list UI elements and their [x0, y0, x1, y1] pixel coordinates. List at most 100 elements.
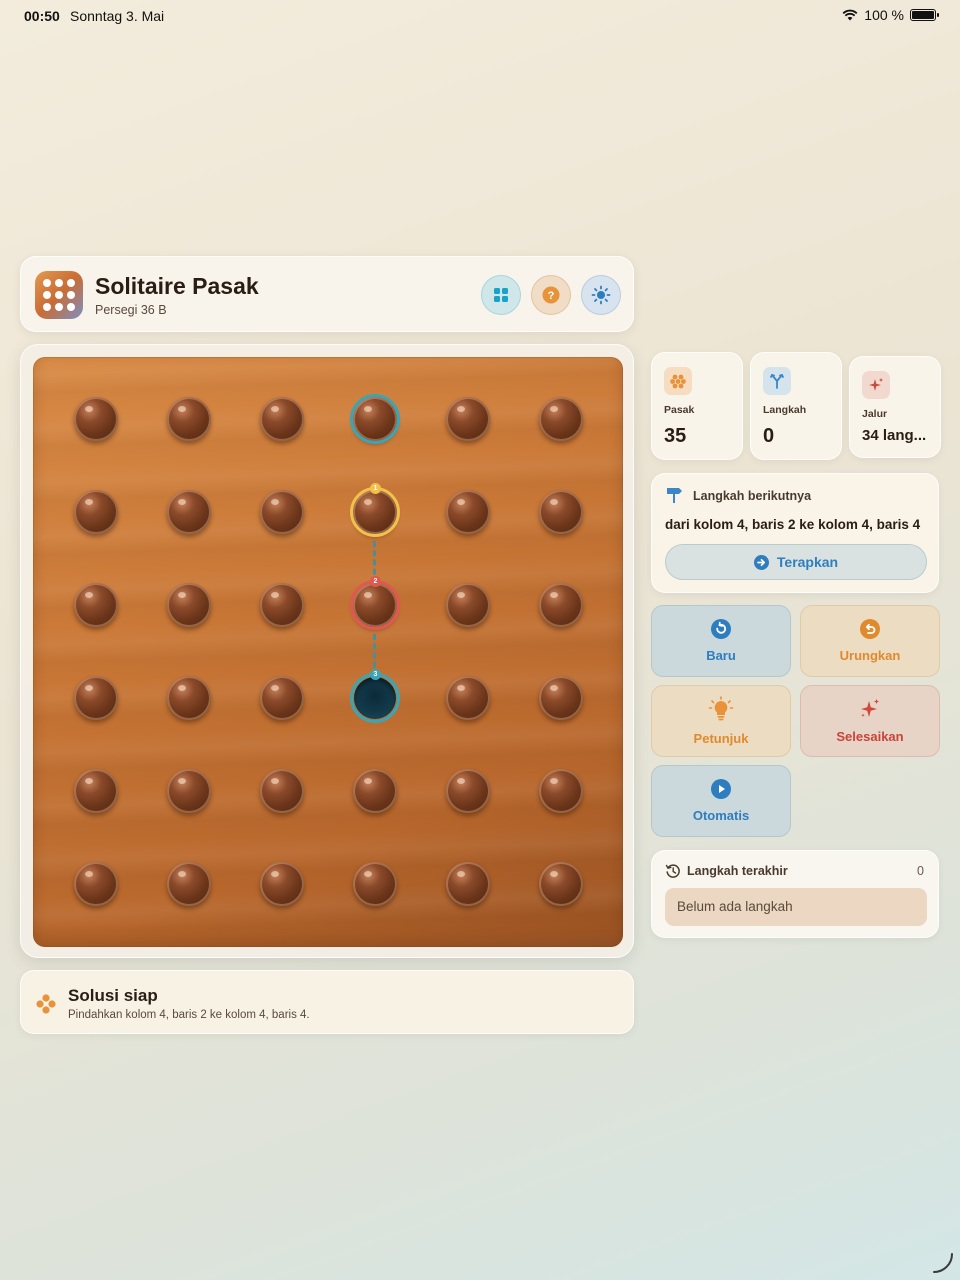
new-game-label: Baru	[706, 648, 736, 663]
layout-button[interactable]	[481, 275, 521, 315]
stat-label: Langkah	[763, 404, 807, 416]
board-cell[interactable]	[258, 860, 306, 908]
board-cell[interactable]	[165, 581, 213, 629]
battery-percent: 100 %	[864, 7, 904, 23]
solve-label: Selesaikan	[836, 729, 904, 744]
board-cell[interactable]	[444, 581, 492, 629]
board-cell[interactable]: 1	[350, 483, 400, 537]
recent-moves-empty: Belum ada langkah	[665, 888, 927, 926]
board-cell[interactable]	[444, 488, 492, 536]
arrow-right-circle-icon	[753, 554, 769, 570]
svg-text:?: ?	[548, 290, 555, 302]
hint-button[interactable]: Petunjuk	[651, 685, 791, 757]
signpost-icon	[667, 488, 682, 503]
board-frame: 1 2 3	[20, 344, 634, 958]
auto-play-button[interactable]: Otomatis	[651, 765, 791, 837]
board-cell[interactable]: 3	[350, 669, 400, 723]
peg	[167, 397, 211, 441]
board-cell[interactable]	[72, 860, 120, 908]
peg	[353, 769, 397, 813]
peg	[539, 397, 583, 441]
board-cell[interactable]	[72, 395, 120, 443]
board-cell[interactable]	[72, 488, 120, 536]
board-cell[interactable]	[444, 860, 492, 908]
status-right: 100 %	[842, 7, 939, 23]
recent-moves-count: 0	[917, 864, 924, 878]
peg	[260, 397, 304, 441]
peg	[353, 862, 397, 906]
board-cell[interactable]	[444, 674, 492, 722]
board-cell[interactable]	[165, 488, 213, 536]
board-cell[interactable]	[444, 767, 492, 815]
peg	[539, 769, 583, 813]
peg	[446, 583, 490, 627]
pegs-cluster-icon	[36, 994, 56, 1014]
peg	[74, 862, 118, 906]
peg	[167, 862, 211, 906]
board-cell[interactable]	[351, 767, 399, 815]
peg	[446, 862, 490, 906]
peg	[260, 769, 304, 813]
board-cell[interactable]	[351, 860, 399, 908]
auto-play-label: Otomatis	[692, 808, 750, 823]
peg	[260, 583, 304, 627]
wifi-icon	[842, 9, 858, 21]
status-bar: 00:50 Sonntag 3. Mai 100 %	[0, 0, 960, 30]
sparkle-icon	[861, 699, 879, 717]
apply-button[interactable]: Terapkan	[665, 544, 927, 580]
board-cell[interactable]	[537, 767, 585, 815]
help-button[interactable]: ?	[531, 275, 571, 315]
board-cell[interactable]	[350, 394, 400, 444]
board-cell[interactable]: 2	[350, 576, 400, 630]
board-cell[interactable]	[165, 767, 213, 815]
step-badge: 3	[370, 669, 381, 680]
layout-grid-icon	[494, 288, 508, 302]
status-description: Pindahkan kolom 4, baris 2 ke kolom 4, b…	[68, 1009, 310, 1021]
board-cell[interactable]	[537, 395, 585, 443]
fork-icon	[763, 367, 791, 395]
battery-icon	[910, 9, 939, 21]
board-cell[interactable]	[258, 395, 306, 443]
board-cell[interactable]	[72, 767, 120, 815]
peg	[167, 583, 211, 627]
peg	[539, 676, 583, 720]
history-icon	[665, 864, 680, 878]
board-cell[interactable]	[444, 395, 492, 443]
stat-value: 35	[664, 425, 687, 447]
game-board[interactable]: 1 2 3	[33, 357, 623, 947]
board-cell[interactable]	[258, 581, 306, 629]
board-cell[interactable]	[72, 674, 120, 722]
board-cell[interactable]	[165, 860, 213, 908]
stat-label: Pasak	[664, 404, 695, 416]
board-cell[interactable]	[165, 674, 213, 722]
solve-button[interactable]: Selesaikan	[800, 685, 940, 757]
board-cell[interactable]	[537, 581, 585, 629]
peg	[167, 490, 211, 534]
board-cell[interactable]	[165, 395, 213, 443]
lightbulb-icon	[708, 696, 734, 721]
highlight-ring	[350, 673, 400, 723]
undo-button[interactable]: Urungkan	[800, 605, 940, 677]
board-cell[interactable]	[258, 767, 306, 815]
board-cell[interactable]	[258, 488, 306, 536]
board-cell[interactable]	[537, 488, 585, 536]
step-badge: 2	[370, 576, 381, 587]
peg	[260, 490, 304, 534]
theme-button[interactable]	[581, 275, 621, 315]
play-icon	[711, 779, 731, 799]
help-icon: ?	[542, 286, 560, 304]
peg	[260, 862, 304, 906]
board-cell[interactable]	[72, 581, 120, 629]
new-game-button[interactable]: Baru	[651, 605, 791, 677]
board-cell[interactable]	[258, 674, 306, 722]
highlight-ring	[350, 580, 400, 630]
peg	[539, 583, 583, 627]
peg	[74, 769, 118, 813]
app-grid-icon	[35, 271, 83, 319]
status-title: Solusi siap	[68, 986, 158, 1005]
peg	[74, 490, 118, 534]
board-cell[interactable]	[537, 860, 585, 908]
peg	[446, 397, 490, 441]
sparkle-icon	[862, 371, 890, 399]
board-cell[interactable]	[537, 674, 585, 722]
